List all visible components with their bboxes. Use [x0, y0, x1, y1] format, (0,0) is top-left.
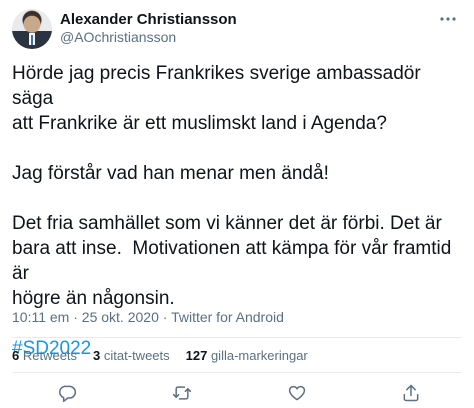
quotes-label: citat-tweets — [100, 348, 170, 363]
tweet-paragraph: Hörde jag precis Frankrikes sverige amba… — [12, 63, 421, 134]
likes-stat[interactable]: 127 gilla-markeringar — [186, 348, 308, 363]
tweet-paragraph: Jag förstår vad han menar men ändå! — [12, 163, 329, 184]
avatar-tie — [31, 35, 33, 45]
tweet-date[interactable]: 25 okt. 2020 — [82, 309, 159, 325]
divider — [12, 337, 462, 338]
tweet-time[interactable]: 10:11 em — [12, 309, 69, 325]
tweet-paragraph: Det fria samhället som vi känner det är … — [12, 213, 452, 309]
likes-count: 127 — [185, 348, 208, 363]
meta-separator: · — [158, 309, 172, 325]
tweet-meta: 10:11 em · 25 okt. 2020 · Twitter for An… — [12, 309, 284, 325]
like-icon[interactable] — [287, 383, 307, 403]
more-icon[interactable] — [436, 10, 460, 28]
author-handle[interactable]: @AOchristiansson — [60, 29, 176, 45]
likes-label: gilla-markeringar — [207, 348, 308, 363]
tweet-actions — [0, 380, 474, 404]
reply-icon[interactable] — [57, 383, 77, 403]
tweet-source[interactable]: Twitter for Android — [171, 309, 284, 325]
tweet-stats: 6 Retweets 3 citat-tweets 127 gilla-mark… — [12, 348, 308, 363]
quotes-stat[interactable]: 3 citat-tweets — [93, 348, 170, 363]
share-icon[interactable] — [401, 383, 421, 403]
retweets-label: Retweets — [19, 348, 78, 363]
divider — [12, 372, 462, 373]
retweets-stat[interactable]: 6 Retweets — [12, 348, 77, 363]
retweet-icon[interactable] — [172, 383, 192, 403]
meta-separator: · — [69, 309, 82, 325]
avatar[interactable] — [12, 9, 52, 49]
tweet-card: Alexander Christiansson @AOchristiansson… — [0, 0, 474, 408]
author-display-name[interactable]: Alexander Christiansson — [60, 11, 237, 28]
